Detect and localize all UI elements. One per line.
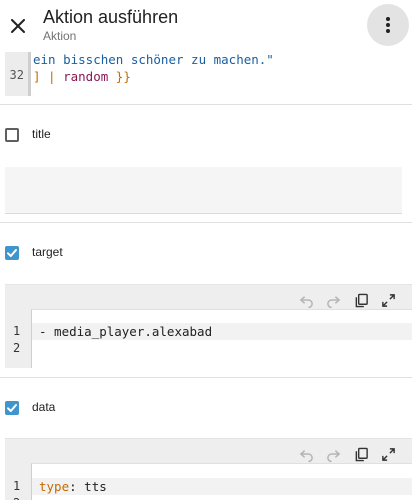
copy-icon bbox=[355, 293, 368, 307]
code-token-bracket: ] | bbox=[33, 69, 64, 84]
data-checkbox[interactable] bbox=[5, 401, 19, 415]
code-token-filter: random bbox=[63, 69, 109, 84]
code-line: type: tts bbox=[39, 479, 107, 494]
line-number-gutter: 32 bbox=[5, 52, 28, 96]
title-checkbox[interactable] bbox=[5, 128, 19, 142]
section-divider bbox=[0, 104, 412, 105]
close-button[interactable] bbox=[4, 10, 32, 42]
code-token-close: }} bbox=[108, 69, 131, 84]
code-line: - media_player.alexabad bbox=[39, 324, 213, 339]
title-input[interactable] bbox=[5, 167, 402, 214]
target-code-editor[interactable]: 1 2 - media_player.alexabad bbox=[5, 284, 412, 368]
code-line: ] | random }} bbox=[33, 69, 131, 84]
yaml-value: tts bbox=[84, 479, 107, 494]
line-number: 1 bbox=[13, 479, 21, 493]
redo-icon bbox=[326, 295, 340, 308]
redo-icon bbox=[326, 449, 340, 462]
copy-button[interactable] bbox=[353, 446, 369, 462]
line-number: 2 bbox=[13, 496, 20, 500]
line-number: 1 bbox=[13, 324, 21, 338]
data-field-label: data bbox=[32, 400, 56, 414]
template-code-editor[interactable]: 32 ein bisschen schöner zu machen." ] | … bbox=[5, 52, 412, 96]
line-number: 32 bbox=[9, 68, 24, 82]
yaml-separator: : bbox=[69, 479, 85, 494]
data-code-editor[interactable]: 1 2 type: tts bbox=[5, 438, 412, 500]
section-divider bbox=[0, 222, 412, 223]
title-field-label: title bbox=[32, 127, 51, 141]
undo-button[interactable] bbox=[298, 292, 314, 308]
checkmark-icon bbox=[7, 249, 17, 257]
more-options-button[interactable] bbox=[367, 4, 409, 46]
code-area[interactable]: type: tts bbox=[31, 463, 412, 500]
dialog-subtitle: Aktion bbox=[43, 29, 77, 43]
dialog-title: Aktion ausführen bbox=[43, 7, 179, 27]
copy-icon bbox=[355, 447, 368, 461]
section-divider bbox=[0, 377, 412, 378]
redo-button[interactable] bbox=[325, 446, 341, 462]
fullscreen-button[interactable] bbox=[380, 446, 396, 462]
gutter-border bbox=[28, 52, 31, 96]
app-header: Aktion ausführen Aktion bbox=[0, 0, 412, 52]
fullscreen-icon bbox=[381, 447, 395, 461]
undo-icon bbox=[299, 449, 313, 462]
undo-button[interactable] bbox=[298, 446, 314, 462]
line-number: 2 bbox=[13, 341, 21, 355]
target-checkbox[interactable] bbox=[5, 246, 19, 260]
redo-button[interactable] bbox=[325, 292, 341, 308]
fullscreen-icon bbox=[381, 293, 395, 307]
copy-button[interactable] bbox=[353, 292, 369, 308]
code-line: ein bisschen schöner zu machen." bbox=[33, 52, 274, 67]
code-area[interactable]: - media_player.alexabad bbox=[31, 309, 412, 368]
yaml-key: type bbox=[39, 479, 70, 494]
undo-icon bbox=[299, 295, 313, 308]
more-vertical-icon bbox=[386, 17, 390, 33]
fullscreen-button[interactable] bbox=[380, 292, 396, 308]
target-field-label: target bbox=[32, 245, 63, 259]
close-icon bbox=[11, 19, 25, 33]
checkmark-icon bbox=[7, 404, 17, 412]
